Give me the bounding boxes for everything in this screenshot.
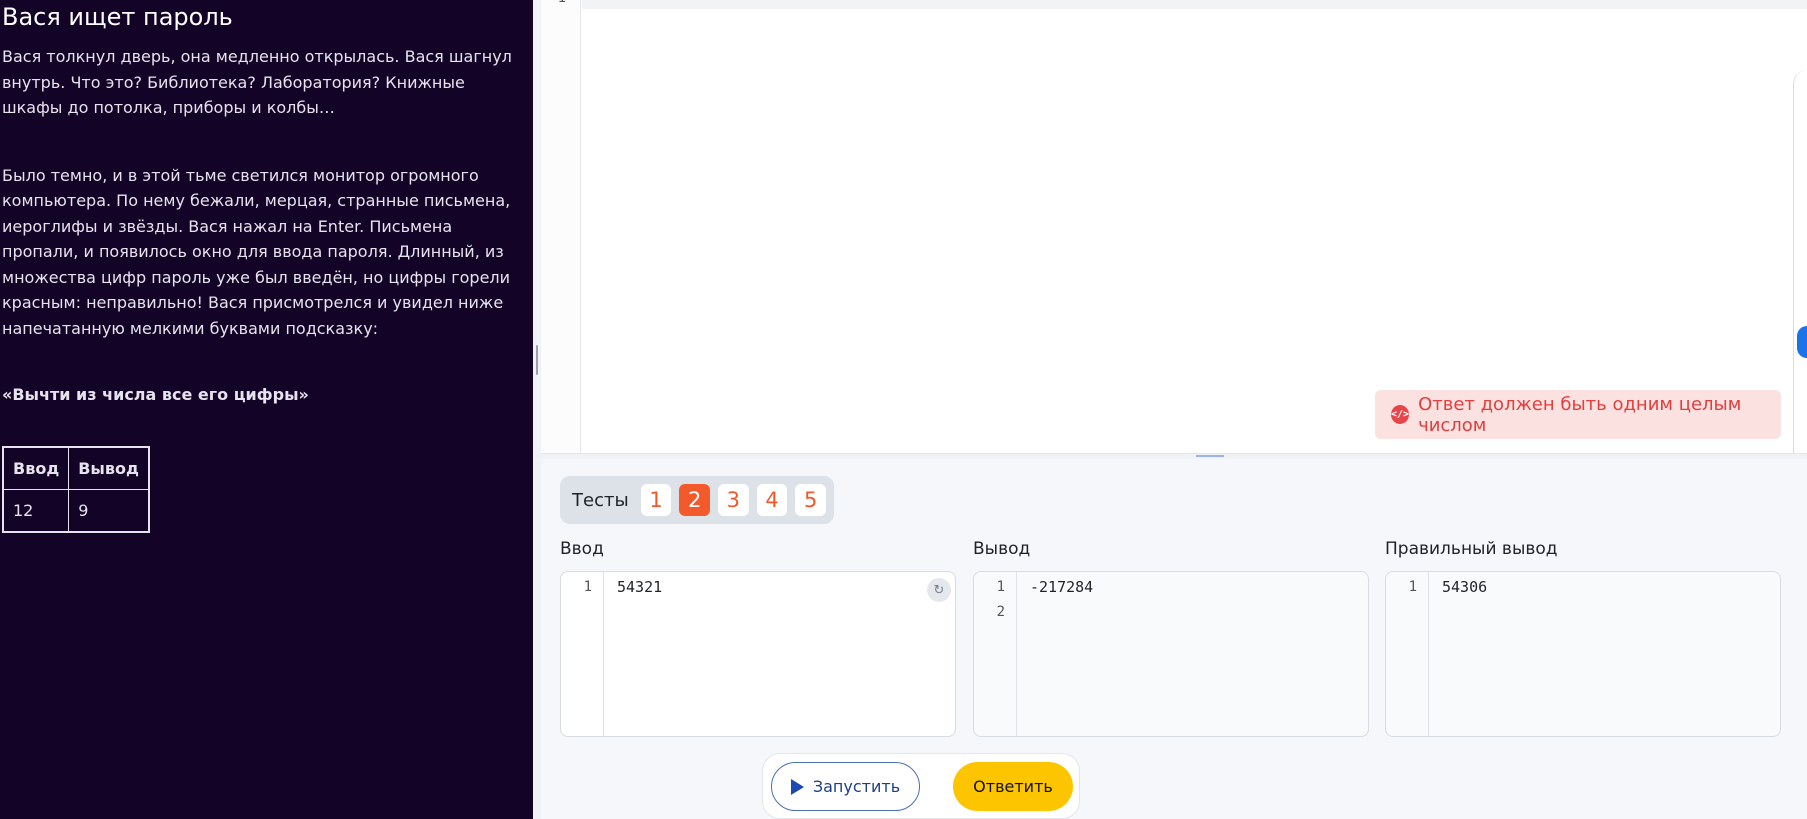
example-header-output: Вывод [68,446,150,490]
test-output-viewer: 1 2 -217284 [973,571,1369,737]
example-header-input: Ввод [2,446,70,490]
example-table-header: Ввод Вывод [2,446,150,490]
editor-active-line [582,0,1807,9]
test-tab-4[interactable]: 4 [756,484,788,516]
tests-label: Тесты [572,489,629,511]
panel-divider[interactable] [533,0,541,819]
error-toast: </> Ответ должен быть одним целым числом [1375,390,1781,439]
panel-divider-handle[interactable] [536,345,538,375]
test-tab-3[interactable]: 3 [718,484,749,516]
example-table: Ввод Вывод 12 9 [2,445,150,533]
code-icon: </> [1391,405,1410,424]
editor-gutter: 1 [541,0,581,453]
example-cell-input: 12 [2,489,70,532]
editor-line-number: 1 [558,0,566,6]
code-editor[interactable]: 1 </> Ответ должен быть одним целым числ… [541,0,1807,453]
output-gutter: 1 2 [974,572,1017,736]
test-tab-1[interactable]: 1 [640,484,672,516]
expected-gutter: 1 [1386,572,1429,736]
table-row: 12 9 [2,489,150,532]
test-tab-5[interactable]: 5 [795,484,827,516]
test-tab-2[interactable]: 2 [679,484,711,516]
expected-output-viewer: 1 54306 [1385,571,1781,737]
example-cell-output: 9 [68,489,150,532]
test-input-editor[interactable]: 1 54321 ↻ [560,571,956,737]
play-icon [790,778,804,795]
output-line-number-2: 2 [996,604,1005,620]
expected-output-value: 54306 [1442,578,1488,596]
side-drawer-toggle[interactable] [1797,326,1807,358]
reset-icon[interactable]: ↻ [927,578,951,602]
expected-line-number: 1 [1408,579,1417,595]
problem-panel: Вася ищет пароль Вася толкнул дверь, она… [0,0,533,819]
problem-title: Вася ищет пароль [2,3,233,31]
output-line-number-1: 1 [996,579,1005,595]
error-toast-text: Ответ должен быть одним целым числом [1418,393,1742,436]
input-label: Ввод [560,539,604,559]
input-gutter: 1 [561,572,604,736]
tests-selector: Тесты 1 2 3 4 5 [560,476,834,524]
problem-paragraph-2: Было темно, и в этой тьме светился монит… [2,165,511,338]
run-button[interactable]: Запустить [771,762,920,811]
test-input-value[interactable]: 54321 [617,575,662,600]
input-line-number: 1 [583,579,592,595]
run-button-label: Запустить [812,777,901,796]
output-label: Вывод [973,539,1031,559]
expected-output-label: Правильный вывод [1385,539,1558,559]
test-output-value: -217284 [1030,578,1094,596]
problem-paragraph-1: Вася толкнул дверь, она медленно открыла… [2,47,512,117]
splitter-handle[interactable] [1196,455,1224,457]
submit-answer-button[interactable]: Ответить [953,762,1073,811]
problem-hint: «Вычти из числа все его цифры» [2,385,309,404]
